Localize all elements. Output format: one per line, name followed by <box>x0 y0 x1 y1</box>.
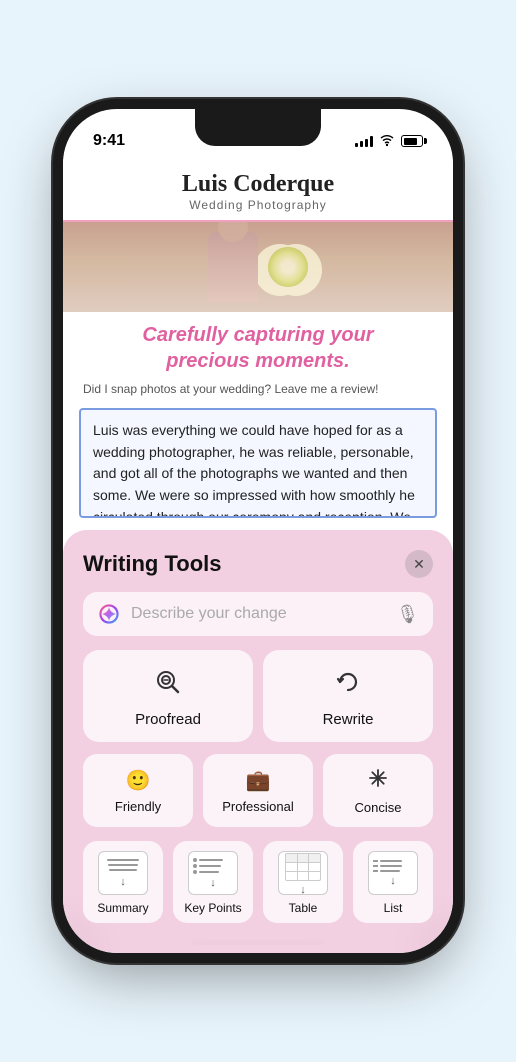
review-prompt: Did I snap photos at your wedding? Leave… <box>63 380 453 404</box>
proofread-label: Proofread <box>135 711 201 728</box>
professional-icon: 💼 <box>246 768 271 793</box>
list-label: List <box>384 901 403 915</box>
professional-button[interactable]: 💼 Professional <box>203 754 313 827</box>
main-actions-row: Proofread Rewrite <box>83 650 433 742</box>
summary-format-icon: ↓ <box>98 851 148 895</box>
list-button[interactable]: ↓ List <box>353 841 433 923</box>
website-content: Luis Coderque Wedding Photography Carefu… <box>63 159 453 518</box>
site-header: Luis Coderque Wedding Photography <box>63 159 453 222</box>
friendly-button[interactable]: 🙂 Friendly <box>83 754 193 827</box>
table-label: Table <box>289 901 318 915</box>
rewrite-label: Rewrite <box>323 711 374 728</box>
site-subtitle: Wedding Photography <box>83 198 433 212</box>
writing-tools-title: Writing Tools <box>83 551 222 577</box>
rewrite-button[interactable]: Rewrite <box>263 650 433 742</box>
rewrite-icon <box>334 668 362 703</box>
wifi-icon <box>379 135 395 147</box>
signal-icon <box>355 135 373 147</box>
mic-icon[interactable]: 🎙 <box>396 604 419 625</box>
summary-label: Summary <box>97 901 148 915</box>
summary-button[interactable]: ↓ Summary <box>83 841 163 923</box>
status-icons <box>355 135 423 147</box>
review-text-box[interactable]: Luis was everything we could have hoped … <box>79 408 437 518</box>
concise-icon <box>368 768 388 794</box>
tagline: Carefully capturing yourprecious moments… <box>63 312 453 380</box>
phone-frame: 9:41 Luis Coderque <box>63 109 453 953</box>
key-points-button[interactable]: ↓ Key Points <box>173 841 253 923</box>
hero-image-inner <box>63 222 453 312</box>
sparkle-icon <box>97 602 121 626</box>
concise-button[interactable]: Concise <box>323 754 433 827</box>
battery-icon <box>401 135 423 147</box>
status-time: 9:41 <box>93 132 125 150</box>
notch <box>195 109 321 146</box>
key-points-label: Key Points <box>184 901 241 915</box>
hero-image <box>63 222 453 312</box>
friendly-icon: 🙂 <box>126 768 151 793</box>
search-placeholder: Describe your change <box>131 605 386 623</box>
close-button[interactable]: ✕ <box>405 550 433 578</box>
writing-tools-header: Writing Tools ✕ <box>83 550 433 578</box>
list-format-icon: ↓ <box>368 851 418 895</box>
proofread-button[interactable]: Proofread <box>83 650 253 742</box>
describe-change-bar[interactable]: Describe your change 🎙 <box>83 592 433 636</box>
format-actions-row: ↓ Summary ↓ Key Points <box>83 841 433 923</box>
professional-label: Professional <box>222 799 294 814</box>
table-format-icon: ↓ <box>278 851 328 895</box>
tone-actions-row: 🙂 Friendly 💼 Professional Concise <box>83 754 433 827</box>
table-button[interactable]: ↓ Table <box>263 841 343 923</box>
key-points-format-icon: ↓ <box>188 851 238 895</box>
site-name: Luis Coderque <box>83 171 433 198</box>
writing-tools-panel: Writing Tools ✕ Describe your change 🎙 <box>63 530 453 953</box>
proofread-icon <box>154 668 182 703</box>
friendly-label: Friendly <box>115 799 161 814</box>
concise-label: Concise <box>355 800 402 815</box>
